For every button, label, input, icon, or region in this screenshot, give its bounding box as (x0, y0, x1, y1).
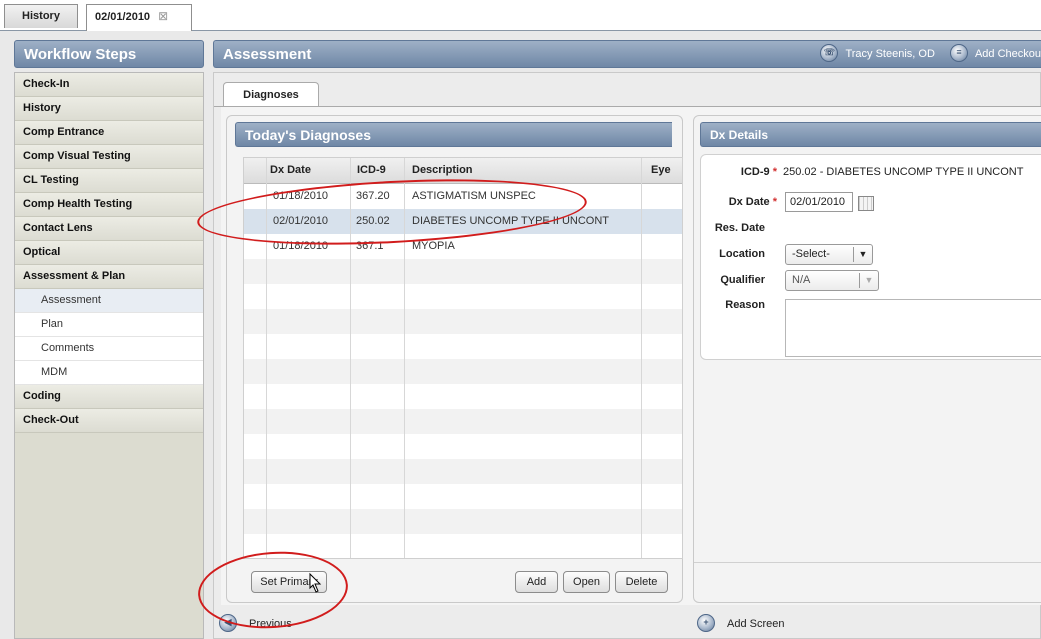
empty-row (244, 334, 682, 359)
workflow-step-list: Check-In History Comp Entrance Comp Visu… (14, 72, 204, 639)
sidebar-item-optical[interactable]: Optical (15, 241, 203, 265)
reason-textarea[interactable] (785, 299, 1041, 357)
empty-row (244, 309, 682, 334)
sidebar-item-history[interactable]: History (15, 97, 203, 121)
empty-row (244, 409, 682, 434)
qualifier-value: N/A (792, 274, 811, 286)
sidebar-item-comp-entrance[interactable]: Comp Entrance (15, 121, 203, 145)
location-value: -Select- (792, 248, 830, 260)
tab-visit-date-label: 02/01/2010 (95, 11, 151, 23)
icd9-value: 250.02 - DIABETES UNCOMP TYPE II UNCONT (783, 166, 1024, 178)
location-label: Location (719, 248, 765, 260)
required-marker: * (772, 196, 777, 208)
header-actions: ☏ Tracy Steenis, OD ≡ Add Checkou (820, 40, 1041, 68)
diagnoses-tab-body: Today's Diagnoses Dx Date ICD-9 Descript… (221, 107, 1041, 605)
reason-label: Reason (725, 299, 765, 311)
sidebar-item-assessment-plan[interactable]: Assessment & Plan (15, 265, 203, 289)
mouse-pointer-icon (309, 572, 322, 593)
sidebar-item-comp-visual-testing[interactable]: Comp Visual Testing (15, 145, 203, 169)
add-checkout-button[interactable]: ≡ Add Checkou (949, 40, 1041, 68)
workflow-sidebar: Workflow Steps Check-In History Comp Ent… (14, 40, 204, 639)
sidebar-item-contact-lens[interactable]: Contact Lens (15, 217, 203, 241)
assessment-title: Assessment (223, 46, 312, 63)
empty-row (244, 259, 682, 284)
qualifier-label: Qualifier (720, 274, 765, 286)
dx-date-field[interactable]: 02/01/2010 (785, 192, 853, 212)
empty-row (244, 434, 682, 459)
assessment-footer: ◀ Previous + Add Screen (213, 608, 1041, 639)
chevron-down-icon: ▼ (859, 273, 878, 288)
add-screen-button[interactable]: + Add Screen (697, 614, 785, 633)
todays-diagnoses-title: Today's Diagnoses (235, 122, 672, 147)
add-screen-label: Add Screen (727, 617, 785, 630)
dx-details-title: Dx Details (700, 122, 1041, 147)
column-header-dx-date[interactable]: Dx Date (270, 158, 311, 183)
assessment-header: Assessment ☏ Tracy Steenis, OD ≡ Add Check… (213, 40, 1041, 68)
add-checkout-label: Add Checkou (974, 48, 1041, 60)
column-divider (641, 158, 642, 558)
person-phone-icon: ☏ (820, 44, 839, 63)
empty-row (244, 484, 682, 509)
sidebar-subitem-mdm[interactable]: MDM (15, 361, 203, 385)
empty-row (244, 359, 682, 384)
res-date-label: Res. Date (714, 222, 765, 234)
empty-row (244, 384, 682, 409)
sidebar-item-check-in[interactable]: Check-In (15, 73, 203, 97)
add-button[interactable]: Add (515, 571, 558, 593)
dx-details-form: ICD-9 * 250.02 - DIABETES UNCOMP TYPE II… (700, 154, 1041, 360)
icd9-label: ICD-9 * (740, 166, 777, 178)
sidebar-subitem-comments[interactable]: Comments (15, 337, 203, 361)
column-header-icd9[interactable]: ICD-9 (357, 158, 386, 183)
calendar-icon[interactable] (858, 196, 874, 211)
checklist-icon: ≡ (949, 44, 968, 63)
required-marker: * (772, 166, 777, 178)
close-icon[interactable]: ⊠ (158, 9, 168, 23)
sidebar-subitem-assessment[interactable]: Assessment (15, 289, 203, 313)
assessment-panel: Assessment ☏ Tracy Steenis, OD ≡ Add Check… (213, 40, 1041, 639)
sidebar-title: Workflow Steps (14, 40, 204, 68)
tab-visit-date[interactable]: 02/01/2010 ⊠ (86, 4, 192, 31)
dx-details-footer-divider (694, 562, 1041, 563)
provider-name: Tracy Steenis, OD (845, 48, 935, 60)
tab-diagnoses[interactable]: Diagnoses (223, 82, 319, 108)
dx-date-label: Dx Date * (728, 196, 777, 208)
delete-button[interactable]: Delete (615, 571, 668, 593)
assessment-content: Diagnoses Today's Diagnoses Dx Date ICD-… (213, 72, 1041, 639)
empty-row (244, 509, 682, 534)
open-button[interactable]: Open (563, 571, 610, 593)
sidebar-item-cl-testing[interactable]: CL Testing (15, 169, 203, 193)
sidebar-item-coding[interactable]: Coding (15, 385, 203, 409)
sidebar-subitem-plan[interactable]: Plan (15, 313, 203, 337)
tab-history[interactable]: History (4, 4, 78, 28)
location-select[interactable]: -Select- ▼ (785, 244, 873, 265)
dx-details-panel: Dx Details ICD-9 * 250.02 - DIABETES UNC… (693, 115, 1041, 603)
empty-row (244, 284, 682, 309)
provider-button[interactable]: ☏ Tracy Steenis, OD (820, 40, 935, 68)
document-tab-bar: History 02/01/2010 ⊠ (0, 0, 1041, 31)
qualifier-select[interactable]: N/A ▼ (785, 270, 879, 291)
sidebar-item-comp-health-testing[interactable]: Comp Health Testing (15, 193, 203, 217)
sidebar-item-check-out[interactable]: Check-Out (15, 409, 203, 433)
plus-icon: + (697, 614, 715, 632)
column-header-eye[interactable]: Eye (651, 158, 671, 183)
empty-row (244, 459, 682, 484)
chevron-down-icon: ▼ (853, 247, 872, 262)
